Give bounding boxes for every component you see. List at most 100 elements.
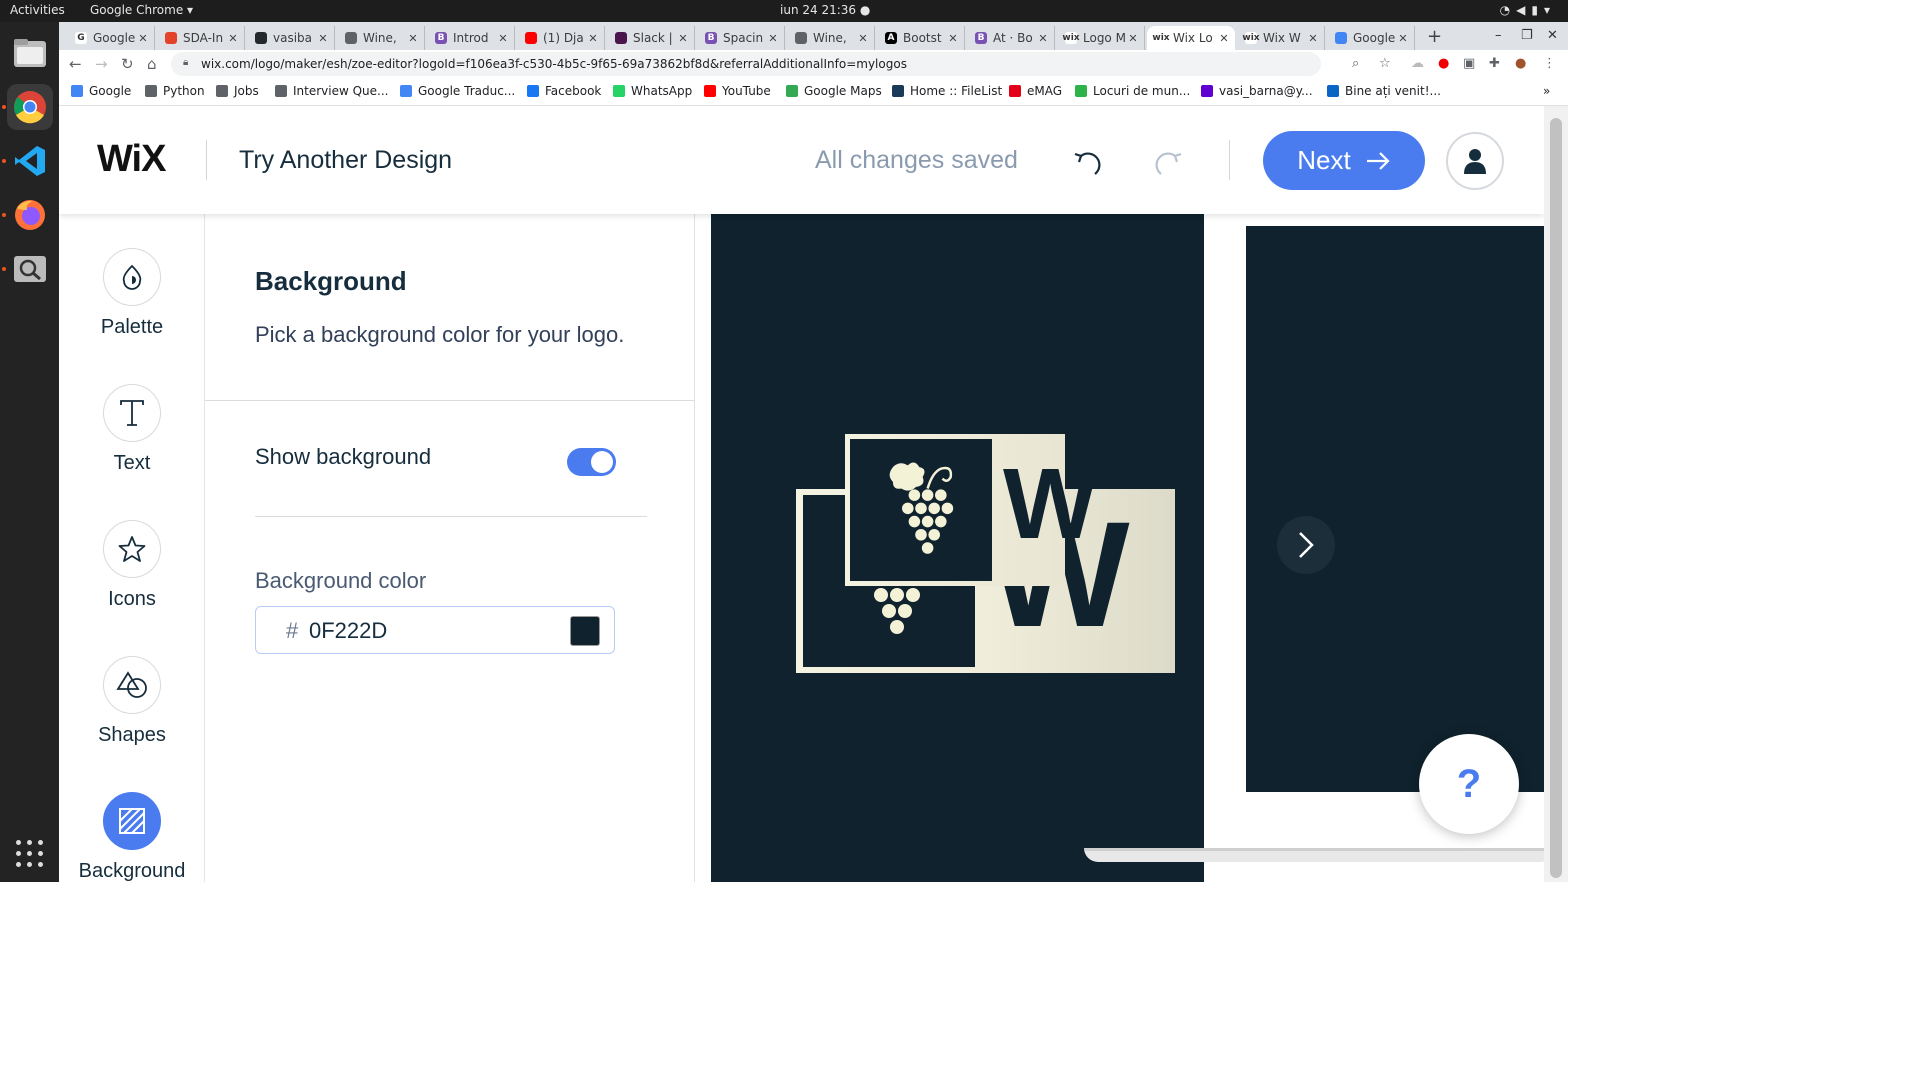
home-icon[interactable]: ⌂ (147, 55, 157, 73)
browser-tab[interactable]: wix Logo M ✕ (1057, 26, 1145, 50)
sidebar-item-palette[interactable]: Palette (59, 248, 205, 339)
opera-extension-icon[interactable]: ● (1438, 56, 1449, 71)
bookmark-icon (275, 85, 287, 97)
lock-icon[interactable]: 🔒︎ (183, 57, 188, 68)
tab-close-icon[interactable]: ✕ (856, 32, 870, 45)
chrome-icon[interactable] (7, 84, 53, 130)
bookmark-item[interactable]: Python (145, 84, 205, 98)
wix-logo[interactable]: WiX (97, 138, 166, 181)
tab-close-icon[interactable]: ✕ (316, 32, 330, 45)
tab-close-icon[interactable]: ✕ (586, 32, 600, 45)
sidebar-item-shapes[interactable]: Shapes (59, 656, 205, 747)
bookmark-item[interactable]: Interview Que... (275, 84, 389, 98)
tab-close-icon[interactable]: ✕ (496, 32, 510, 45)
wifi-icon: ◔ (1499, 3, 1517, 17)
browser-tab[interactable]: SDA-In ✕ (157, 26, 245, 50)
zoom-icon[interactable]: ⌕ (1352, 56, 1359, 71)
try-another-design-link[interactable]: Try Another Design (239, 146, 452, 175)
sidebar-item-text[interactable]: Text (59, 384, 205, 475)
browser-tab[interactable]: wix Wix W ✕ (1237, 26, 1325, 50)
browser-tab[interactable]: B At · Bo ✕ (967, 26, 1055, 50)
close-window-icon[interactable]: ✕ (1547, 28, 1558, 43)
redo-icon[interactable] (1149, 144, 1185, 180)
bookmark-item[interactable]: Home :: FileList (892, 84, 1002, 98)
bookmark-item[interactable]: YouTube (704, 84, 771, 98)
browser-tab[interactable]: Google ✕ (1327, 26, 1415, 50)
browser-tab[interactable]: B Introd ✕ (427, 26, 515, 50)
menu-icon[interactable]: ⋮ (1543, 56, 1556, 71)
bookmark-item[interactable]: Bine ați venit!... (1327, 84, 1441, 98)
tab-close-icon[interactable]: ✕ (1217, 32, 1231, 45)
screenshot-icon[interactable] (7, 246, 53, 292)
user-avatar-button[interactable] (1446, 132, 1504, 190)
bookmark-item[interactable]: Jobs (216, 84, 259, 98)
more-bookmarks-icon[interactable]: » (1543, 84, 1550, 98)
bookmark-item[interactable]: WhatsApp (613, 84, 692, 98)
bookmark-item[interactable]: Google Maps (786, 84, 882, 98)
carousel-next-button[interactable] (1277, 516, 1335, 574)
browser-tab[interactable]: vasiba ✕ (247, 26, 335, 50)
bookmark-item[interactable]: Google (71, 84, 131, 98)
bookmark-item[interactable]: Locuri de mun... (1075, 84, 1190, 98)
scrollbar-thumb[interactable] (1550, 118, 1562, 878)
bookmark-item[interactable]: Facebook (527, 84, 601, 98)
browser-tab[interactable]: B Spacin ✕ (697, 26, 785, 50)
browser-tab[interactable]: G Google ✕ (67, 26, 155, 50)
new-tab-button[interactable]: + (1427, 26, 1442, 47)
tab-favicon-icon (1335, 32, 1347, 44)
bookmark-star-icon[interactable]: ☆ (1379, 56, 1391, 71)
firefox-icon[interactable] (7, 192, 53, 238)
sidebar-item-background[interactable]: Background (59, 792, 205, 882)
show-applications-icon[interactable] (16, 840, 44, 868)
tab-close-icon[interactable]: ✕ (136, 32, 150, 45)
page-scrollbar[interactable] (1544, 106, 1568, 882)
tab-close-icon[interactable]: ✕ (766, 32, 780, 45)
tab-close-icon[interactable]: ✕ (676, 32, 690, 45)
browser-tab[interactable]: Wine, ✕ (337, 26, 425, 50)
files-icon[interactable] (7, 30, 53, 76)
cast-icon[interactable]: ☁ (1411, 56, 1424, 71)
bookmark-item[interactable]: Google Traduc... (400, 84, 515, 98)
sidebar-item-icons[interactable]: Icons (59, 520, 205, 611)
forward-icon[interactable]: → (95, 55, 108, 73)
activities-button[interactable]: Activities (10, 3, 65, 17)
profile-avatar[interactable]: ● (1515, 56, 1526, 71)
maximize-icon[interactable]: ❐ (1521, 28, 1533, 43)
show-background-toggle[interactable] (567, 448, 616, 476)
browser-chrome: G Google ✕ SDA-In ✕ vasiba ✕ Wine, ✕ B Introd ✕ (1)… (59, 22, 1568, 106)
minimize-icon[interactable]: – (1495, 28, 1502, 43)
browser-tab[interactable]: wix Wix Lo ✕ (1147, 26, 1235, 50)
tab-close-icon[interactable]: ✕ (406, 32, 420, 45)
tab-close-icon[interactable]: ✕ (1126, 32, 1140, 45)
system-tray[interactable]: ◔◀▮▾ (1500, 3, 1556, 17)
tab-close-icon[interactable]: ✕ (1036, 32, 1050, 45)
tab-close-icon[interactable]: ✕ (1306, 32, 1320, 45)
back-icon[interactable]: ← (69, 55, 82, 73)
browser-tab[interactable]: (1) Dja ✕ (517, 26, 605, 50)
puzzle-icon[interactable]: ✚ (1489, 56, 1500, 71)
clock[interactable]: iun 24 21:36 ● (780, 3, 870, 17)
bookmark-label: Google Maps (804, 84, 882, 98)
browser-tab[interactable]: Slack | ✕ (607, 26, 695, 50)
help-button[interactable]: ? (1419, 734, 1519, 834)
bookmark-item[interactable]: vasi_barna@y... (1201, 84, 1313, 98)
next-button[interactable]: Next (1263, 131, 1425, 190)
panel-subtitle: Pick a background color for your logo. (255, 322, 625, 347)
tab-close-icon[interactable]: ✕ (1396, 32, 1410, 45)
background-color-input[interactable]: # 0F222D (255, 606, 615, 654)
browser-tab[interactable]: A Bootst ✕ (877, 26, 965, 50)
extension-icon[interactable]: ▣ (1463, 56, 1475, 71)
bookmark-icon (1201, 85, 1213, 97)
browser-tab[interactable]: Wine, ✕ (787, 26, 875, 50)
tab-favicon-icon: B (705, 32, 717, 44)
bookmark-item[interactable]: eMAG (1009, 84, 1062, 98)
tab-close-icon[interactable]: ✕ (946, 32, 960, 45)
undo-icon[interactable] (1071, 144, 1107, 180)
hex-value[interactable]: 0F222D (309, 618, 387, 644)
vscode-icon[interactable] (7, 138, 53, 184)
reload-icon[interactable]: ↻ (121, 55, 134, 73)
tab-close-icon[interactable]: ✕ (226, 32, 240, 45)
color-swatch[interactable] (570, 616, 600, 646)
address-bar[interactable]: wix.com/logo/maker/esh/zoe-editor?logoId… (171, 52, 1321, 76)
app-menu[interactable]: Google Chrome ▾ (90, 3, 193, 17)
